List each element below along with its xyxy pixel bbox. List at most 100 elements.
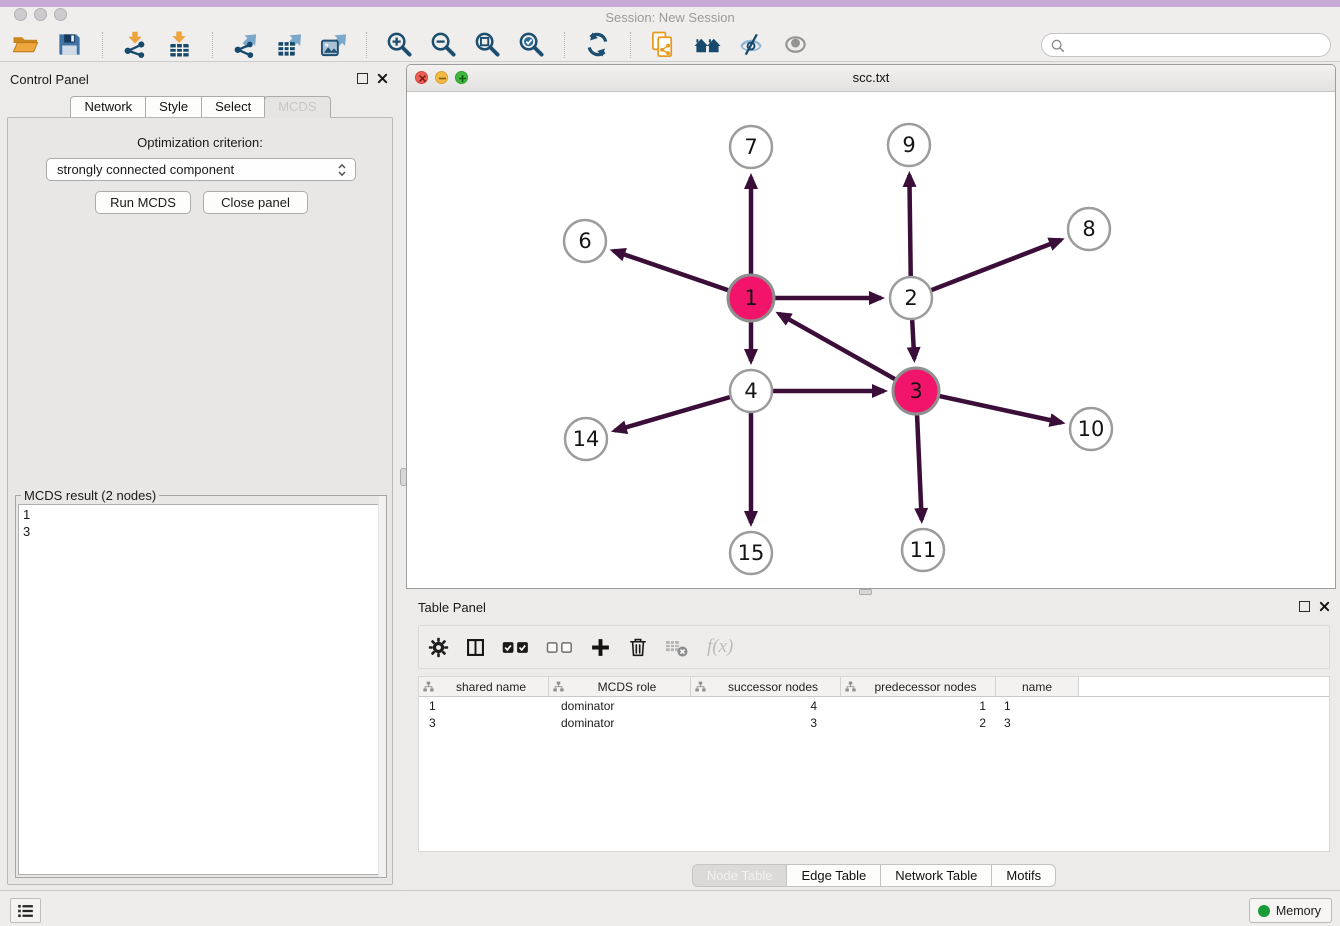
graph-node-6[interactable]: 6 (564, 220, 606, 262)
close-panel-icon[interactable] (377, 73, 388, 84)
graph-node-2[interactable]: 2 (890, 277, 932, 319)
column-header-predecessor-nodes[interactable]: predecessor nodes (841, 677, 996, 696)
export-table-button[interactable] (276, 31, 303, 58)
graphics-details-button[interactable] (738, 31, 765, 58)
search-input[interactable] (1070, 35, 1330, 55)
table-cell[interactable]: 4 (691, 699, 841, 713)
memory-button[interactable]: Memory (1249, 898, 1332, 923)
delete-row-button[interactable] (627, 636, 649, 658)
horizontal-splitter-handle[interactable] (859, 589, 872, 595)
deselect-all-button[interactable] (546, 640, 574, 655)
table-panel-title: Table Panel (418, 600, 486, 615)
import-network-button[interactable] (122, 31, 149, 58)
zoom-fit-button[interactable] (474, 31, 501, 58)
toolbar-search-box[interactable] (1041, 33, 1331, 57)
table-cell[interactable]: 1 (419, 699, 549, 713)
open-folder-icon (12, 31, 39, 58)
float-table-panel-icon[interactable] (1299, 601, 1310, 612)
column-header-label: successor nodes (706, 680, 840, 694)
run-mcds-button[interactable]: Run MCDS (95, 191, 191, 214)
function-builder-button[interactable]: f(x) (707, 636, 733, 658)
bird-eye-view-button[interactable] (782, 31, 809, 58)
graph-node-7[interactable]: 7 (730, 126, 772, 168)
tab-edge-table[interactable]: Edge Table (786, 864, 881, 887)
graph-edge-3-1[interactable] (779, 314, 895, 380)
table-cell[interactable]: 3 (419, 716, 549, 730)
table-cell[interactable]: dominator (549, 716, 691, 730)
criterion-select[interactable]: strongly connected component (46, 158, 356, 181)
node-table[interactable]: shared nameMCDS role successor nodes prede… (418, 676, 1330, 852)
graph-node-15[interactable]: 15 (730, 532, 772, 574)
graph-node-14[interactable]: 14 (565, 418, 607, 460)
graph-node-3[interactable]: 3 (893, 368, 939, 414)
graph-edge-2-8[interactable] (932, 240, 1062, 290)
column-header-label: predecessor nodes (856, 680, 995, 694)
refresh-view-button[interactable] (584, 31, 611, 58)
import-table-button[interactable] (166, 31, 193, 58)
column-header-shared-name[interactable]: shared name (419, 677, 549, 696)
settings-gear-button[interactable] (428, 637, 449, 658)
graph-node-8[interactable]: 8 (1068, 208, 1110, 250)
home-view-button[interactable] (694, 31, 721, 58)
graph-node-11[interactable]: 11 (902, 529, 944, 571)
search-icon (1050, 38, 1065, 53)
tab-network[interactable]: Network (70, 96, 146, 118)
open-folder-button[interactable] (12, 31, 39, 58)
table-cell[interactable]: dominator (549, 699, 691, 713)
export-image-button[interactable] (320, 31, 347, 58)
table-row[interactable]: 3dominator323 (419, 714, 1329, 731)
tab-select[interactable]: Select (201, 96, 265, 118)
control-panel: Control Panel NetworkStyleSelectMCDS Opt… (0, 62, 400, 890)
graph-node-10[interactable]: 10 (1070, 408, 1112, 450)
select-all-button[interactable] (502, 640, 530, 655)
table-cell[interactable]: 1 (996, 699, 1079, 713)
tab-mcds[interactable]: MCDS (264, 96, 330, 118)
tree-column-icon (553, 681, 564, 692)
close-panel-button[interactable]: Close panel (203, 191, 308, 214)
tab-node-table[interactable]: Node Table (692, 864, 788, 887)
column-header-successor-nodes[interactable]: successor nodes (691, 677, 841, 696)
graph-node-label: 2 (904, 286, 917, 310)
network-window-title: scc.txt (407, 70, 1335, 85)
graph-edge-3-10[interactable] (939, 396, 1061, 423)
clone-network-button[interactable] (650, 31, 677, 58)
delete-table-button[interactable] (665, 636, 689, 658)
tab-network-table[interactable]: Network Table (880, 864, 992, 887)
graph-node-label: 9 (902, 133, 915, 157)
task-history-button[interactable] (10, 898, 41, 923)
table-cell[interactable]: 3 (996, 716, 1079, 730)
export-network-button[interactable] (232, 31, 259, 58)
add-row-button[interactable] (590, 637, 611, 658)
column-layout-button[interactable] (465, 637, 486, 658)
graph-edge-4-14[interactable] (615, 397, 730, 430)
close-table-panel-icon[interactable] (1319, 601, 1330, 612)
toolbar-separator (212, 32, 213, 58)
result-scrollbar[interactable] (378, 496, 386, 877)
graph-edge-2-3[interactable] (912, 320, 914, 359)
graph-edge-1-6[interactable] (613, 251, 728, 290)
graph-edge-3-11[interactable] (917, 415, 922, 520)
tab-style[interactable]: Style (145, 96, 202, 118)
tab-motifs[interactable]: Motifs (991, 864, 1056, 887)
graph-node-4[interactable]: 4 (730, 370, 772, 412)
zoom-in-button[interactable] (386, 31, 413, 58)
graph-node-label: 14 (573, 427, 600, 451)
zoom-out-icon (430, 31, 457, 58)
table-cell[interactable]: 3 (691, 716, 841, 730)
table-cell[interactable]: 1 (841, 699, 996, 713)
graph-node-1[interactable]: 1 (728, 275, 774, 321)
graph-edge-2-9[interactable] (909, 175, 910, 276)
column-header-name[interactable]: name (996, 677, 1079, 696)
toolbar-separator (564, 32, 565, 58)
table-cell[interactable]: 2 (841, 716, 996, 730)
zoom-selected-button[interactable] (518, 31, 545, 58)
network-window-titlebar[interactable]: scc.txt (407, 65, 1335, 92)
network-canvas[interactable]: 7 9 6 8 1 2 4 3 14 10 15 11 (407, 91, 1335, 588)
column-header-mcds-role[interactable]: MCDS role (549, 677, 691, 696)
graph-node-9[interactable]: 9 (888, 124, 930, 166)
zoom-out-button[interactable] (430, 31, 457, 58)
save-session-button[interactable] (56, 31, 83, 58)
select-stepper-icon (337, 163, 347, 177)
float-panel-icon[interactable] (357, 73, 368, 84)
table-row[interactable]: 1dominator411 (419, 697, 1329, 714)
